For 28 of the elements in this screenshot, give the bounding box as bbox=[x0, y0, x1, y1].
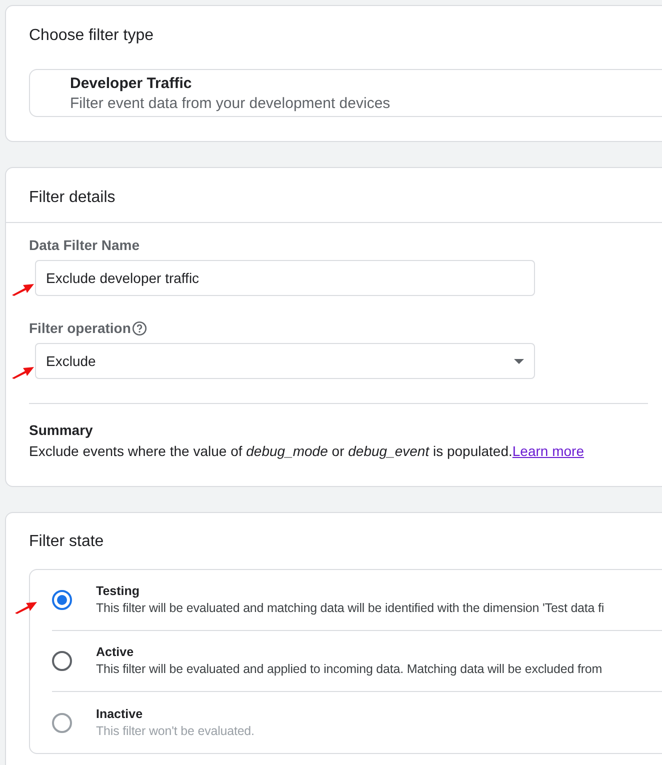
summary-text: Exclude events where the value of debug_mode or debug_event is populated.Learn more bbox=[29, 442, 585, 462]
field-value: Exclude developer traffic bbox=[46, 268, 200, 288]
caret-icon bbox=[514, 358, 524, 364]
field-label: Data Filter Name bbox=[29, 236, 140, 256]
option-label: Active bbox=[96, 644, 135, 662]
card-title: Choose filter type bbox=[28, 26, 155, 46]
radio-button[interactable] bbox=[52, 651, 72, 672]
option-description: This filter won't be evaluated. bbox=[96, 722, 254, 740]
radio-button[interactable] bbox=[52, 590, 72, 610]
dropdown-field[interactable]: Exclude bbox=[35, 343, 535, 380]
summary-title: Summary bbox=[29, 421, 94, 440]
card-title: Filter state bbox=[28, 532, 105, 552]
annotation-arrow-icon bbox=[11, 282, 35, 296]
option-description: This filter will be evaluated and matching data will be identified with the dimension 'Test data fi bbox=[96, 600, 604, 618]
learn-more-link[interactable]: Learn more bbox=[512, 443, 584, 460]
radio-option[interactable]: Active This filter will be evaluated and applied to incoming data. Matching data will be excluded from bbox=[52, 631, 662, 692]
input-field[interactable]: Exclude developer traffic bbox=[35, 260, 535, 296]
field-label: Filter operation bbox=[29, 319, 131, 338]
annotation-arrow-icon bbox=[14, 600, 38, 614]
field-value: Exclude bbox=[46, 352, 96, 371]
radio-option[interactable]: Testing This filter will be evaluated and matching data will be identified with the dimension 'Test data fi bbox=[52, 570, 662, 632]
filter-type-option[interactable]: Developer Traffic Filter event data from your development devices bbox=[29, 69, 662, 118]
option-label: Inactive bbox=[96, 706, 144, 723]
option-description: This filter will be evaluated and applied to incoming data. Matching data will be excluded from bbox=[96, 661, 602, 678]
option-label: Testing bbox=[96, 583, 141, 600]
card-title: Filter details bbox=[6, 168, 662, 224]
annotation-arrow-icon bbox=[11, 365, 35, 380]
help-icon[interactable] bbox=[132, 321, 147, 336]
